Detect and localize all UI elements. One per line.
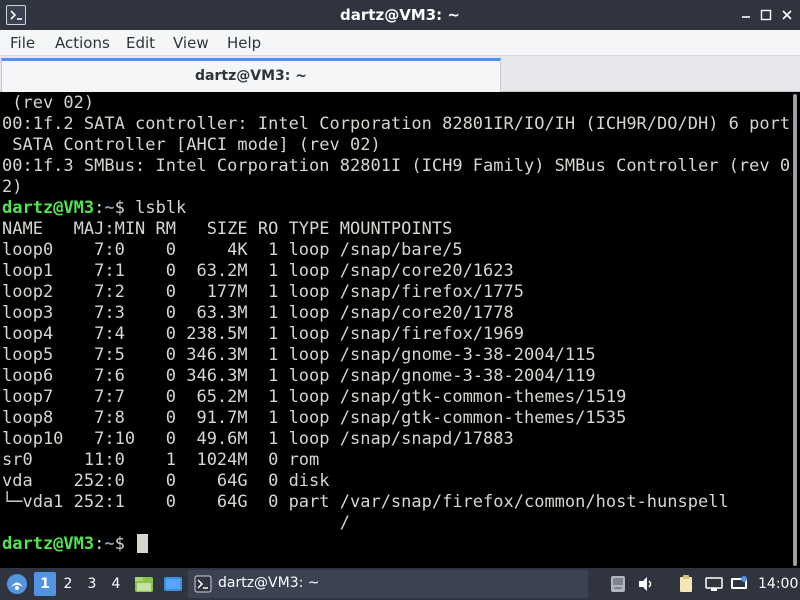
tab-terminal[interactable]: dartz@VM3: ~ (1, 58, 501, 92)
table-row: sr0 11:0 1 1024M 0 rom (2, 450, 320, 470)
prompt-symbol: $ (114, 198, 136, 218)
minimize-icon[interactable] (736, 5, 756, 25)
table-row: loop8 7:8 0 91.7M 1 loop /snap/gtk-commo… (2, 408, 627, 428)
text-cursor (137, 534, 149, 553)
table-row: vda 252:0 0 64G 0 disk (2, 471, 330, 491)
volume-icon[interactable] (636, 574, 656, 594)
command-text: lsblk (135, 198, 187, 218)
command-line: dartz@VM3:~$ lsblk (2, 198, 790, 219)
clock[interactable]: 14:00 (758, 576, 798, 592)
workspace-4[interactable]: 4 (105, 572, 127, 596)
window-title: dartz@VM3: ~ (340, 6, 460, 24)
tab-bar: dartz@VM3: ~ (0, 56, 800, 92)
show-desktop-icon[interactable] (162, 573, 184, 595)
menu-bar: File Actions Edit View Help (0, 30, 800, 56)
taskbar: 1 2 3 4 dartz@VM3: ~ 14:00 (0, 568, 800, 600)
menu-edit[interactable]: Edit (126, 34, 155, 52)
terminal-line: (rev 02) (2, 93, 95, 113)
menu-file[interactable]: File (10, 34, 35, 52)
terminal-line: 00:1f.2 SATA controller: Intel Corporati… (2, 114, 790, 134)
table-row: loop7 7:7 0 65.2M 1 loop /snap/gtk-commo… (2, 387, 627, 407)
prompt-user: dartz@VM3 (2, 534, 95, 554)
scrollbar[interactable] (790, 92, 800, 568)
workspace-2[interactable]: 2 (57, 572, 79, 596)
table-row: loop10 7:10 0 49.6M 1 loop /snap/snapd/1… (2, 429, 514, 449)
active-prompt-line: dartz@VM3:~$ (2, 534, 790, 555)
network-icon[interactable] (704, 574, 724, 594)
prompt-path: ~ (104, 198, 115, 218)
prompt-symbol: $ (114, 534, 136, 554)
display-icon[interactable] (729, 574, 749, 594)
table-row: loop2 7:2 0 177M 1 loop /snap/firefox/17… (2, 282, 524, 302)
workspace-1[interactable]: 1 (34, 572, 56, 596)
maximize-icon[interactable] (756, 5, 776, 25)
close-icon[interactable] (777, 5, 797, 25)
table-row: loop6 7:6 0 346.3M 1 loop /snap/gnome-3-… (2, 366, 596, 386)
file-manager-icon[interactable] (133, 573, 155, 595)
prompt-separator: : (94, 534, 105, 554)
taskbar-window-button[interactable]: dartz@VM3: ~ (188, 570, 588, 598)
table-row: loop1 7:1 0 63.2M 1 loop /snap/core20/16… (2, 261, 514, 281)
table-row: loop3 7:3 0 63.3M 1 loop /snap/core20/17… (2, 303, 514, 323)
taskbar-window-label: dartz@VM3: ~ (218, 575, 320, 591)
workspace-3[interactable]: 3 (81, 572, 103, 596)
table-row: loop5 7:5 0 346.3M 1 loop /snap/gnome-3-… (2, 345, 596, 365)
table-row: loop0 7:0 0 4K 1 loop /snap/bare/5 (2, 240, 463, 260)
terminal-icon (194, 575, 212, 593)
terminal-output[interactable]: (rev 02) 00:1f.2 SATA controller: Intel … (0, 92, 790, 568)
table-row: └─vda1 252:1 0 64G 0 part /var/snap/fire… (2, 492, 729, 512)
table-row: / (2, 513, 350, 533)
title-bar: dartz@VM3: ~ (0, 0, 800, 30)
terminal-line: 2) (2, 177, 23, 197)
terminal-line: 00:1f.3 SMBus: Intel Corporation 82801I … (2, 156, 790, 176)
menu-actions[interactable]: Actions (55, 34, 110, 52)
updates-icon[interactable] (608, 574, 628, 594)
terminal-line: SATA Controller [AHCI mode] (rev 02) (2, 135, 381, 155)
menu-view[interactable]: View (173, 34, 209, 52)
menu-help[interactable]: Help (227, 34, 261, 52)
table-row: loop4 7:4 0 238.5M 1 loop /snap/firefox/… (2, 324, 524, 344)
scrollbar-thumb[interactable] (793, 94, 797, 566)
prompt-path: ~ (104, 534, 115, 554)
prompt-separator: : (94, 198, 105, 218)
table-header: NAME MAJ:MIN RM SIZE RO TYPE MOUNTPOINTS (2, 219, 453, 239)
start-menu-icon[interactable] (5, 572, 29, 596)
tab-label: dartz@VM3: ~ (195, 68, 307, 84)
prompt-user: dartz@VM3 (2, 198, 95, 218)
clipboard-icon[interactable] (676, 574, 696, 594)
